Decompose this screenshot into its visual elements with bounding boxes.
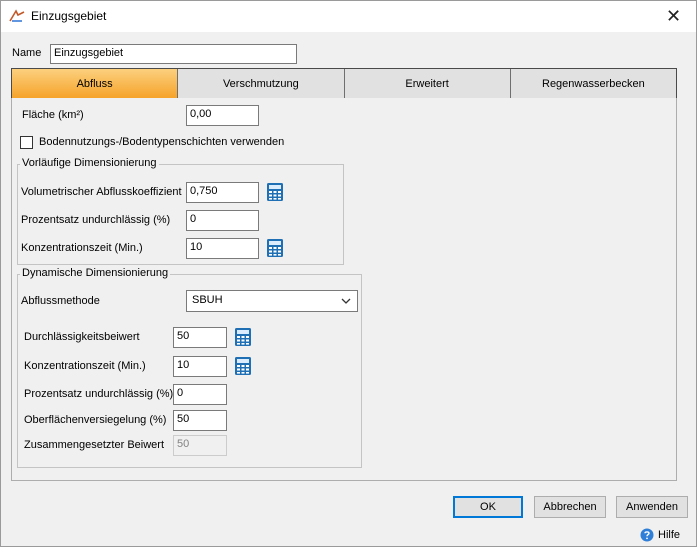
tab-abfluss[interactable]: Abfluss (12, 69, 178, 98)
permeability-input[interactable]: 50 (173, 327, 227, 348)
runoff-method-select[interactable]: SBUH (186, 290, 358, 312)
dyn-tc-input[interactable]: 10 (173, 356, 227, 377)
dyn-tc-label: Konzentrationszeit (Min.) (24, 360, 146, 372)
dynamic-group: Dynamische Dimensionierung Abflussmethod… (17, 267, 362, 468)
tab-panel-abfluss: Fläche (km²) 0,00 Bodennutzungs-/Bodenty… (11, 98, 677, 481)
chevron-down-icon (341, 298, 351, 304)
tab-erweitert[interactable]: Erweitert (343, 69, 510, 98)
runoff-coef-input[interactable]: 0,750 (186, 182, 259, 203)
help-link[interactable]: Hilfe (640, 528, 680, 542)
apply-button[interactable]: Anwenden (616, 496, 688, 518)
runoff-method-label: Abflussmethode (21, 295, 100, 307)
composite-label: Zusammengesetzter Beiwert (24, 439, 164, 451)
name-input[interactable]: Einzugsgebiet (50, 44, 297, 64)
calculator-icon[interactable] (234, 356, 252, 376)
dyn-impervious-input[interactable]: 0 (173, 384, 227, 405)
calculator-icon[interactable] (266, 182, 284, 202)
tc-label: Konzentrationszeit (Min.) (21, 242, 143, 254)
runoff-coef-label: Volumetrischer Abflusskoeffizient (21, 186, 182, 198)
help-label: Hilfe (658, 529, 681, 541)
tc-input[interactable]: 10 (186, 238, 259, 259)
app-icon (9, 9, 25, 22)
tab-regenwasserbecken[interactable]: Regenwasserbecken (509, 69, 676, 98)
help-icon (640, 528, 654, 542)
tab-bar: Abfluss Verschmutzung Erweitert Regenwas… (11, 68, 677, 99)
preliminary-group: Vorläufige Dimensionierung Volumetrische… (17, 157, 344, 265)
window-title: Einzugsgebiet (31, 9, 107, 23)
permeability-label: Durchlässigkeitsbeiwert (24, 331, 140, 343)
cancel-button[interactable]: Abbrechen (534, 496, 606, 518)
ok-button[interactable]: OK (453, 496, 523, 518)
calculator-icon[interactable] (266, 238, 284, 258)
tab-verschmutzung[interactable]: Verschmutzung (177, 69, 344, 98)
soil-layers-label: Bodennutzungs-/Bodentypenschichten verwe… (39, 136, 285, 148)
composite-input: 50 (173, 435, 227, 456)
name-label: Name (12, 47, 42, 59)
close-icon: ✕ (665, 6, 682, 26)
impervious-label: Prozentsatz undurchlässig (%) (21, 214, 171, 226)
calculator-icon[interactable] (234, 327, 252, 347)
impervious-input[interactable]: 0 (186, 210, 259, 231)
title-bar: Einzugsgebiet ✕ (1, 1, 696, 32)
sealing-label: Oberflächenversiegelung (%) (24, 414, 167, 426)
preliminary-group-title: Vorläufige Dimensionierung (20, 157, 159, 169)
dynamic-group-title: Dynamische Dimensionierung (20, 267, 171, 279)
runoff-method-value: SBUH (192, 294, 223, 306)
close-button[interactable]: ✕ (651, 1, 696, 32)
area-input[interactable]: 0,00 (186, 105, 259, 126)
dyn-impervious-label: Prozentsatz undurchlässig (%) (24, 388, 174, 400)
area-label: Fläche (km²) (22, 109, 84, 121)
dialog-window: Einzugsgebiet ✕ Name Einzugsgebiet Abflu… (0, 0, 697, 547)
soil-layers-checkbox[interactable] (20, 136, 33, 149)
sealing-input[interactable]: 50 (173, 410, 227, 431)
